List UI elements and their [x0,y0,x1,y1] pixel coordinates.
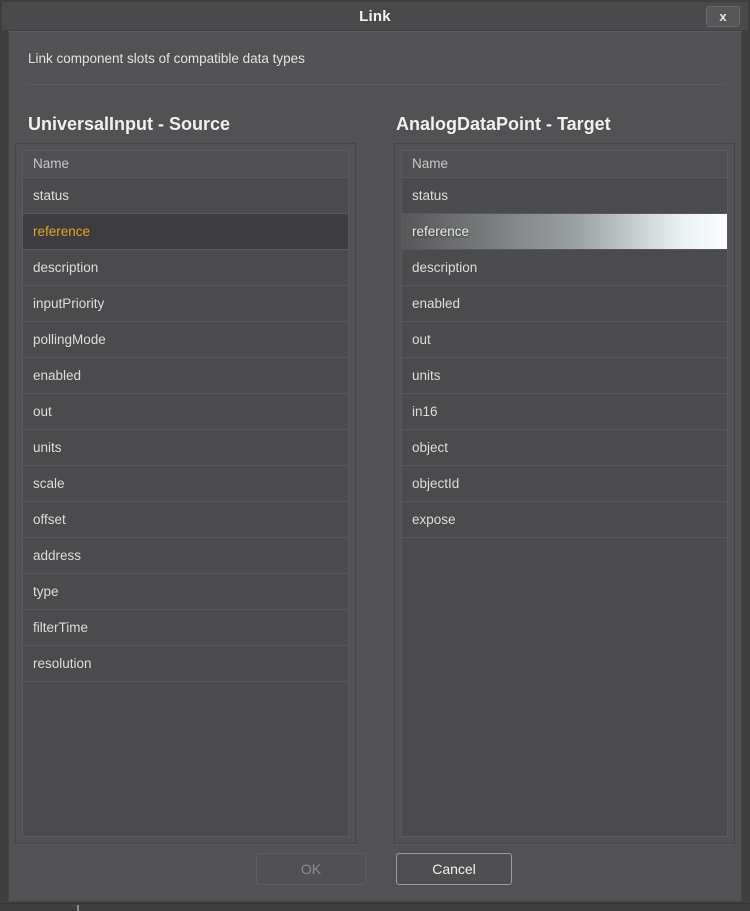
target-rows: statusreferencedescriptionenabledoutunit… [402,178,727,538]
target-list-item[interactable]: object [402,430,727,466]
source-list-item[interactable]: type [23,574,348,610]
source-list-item[interactable]: out [23,394,348,430]
link-dialog: Link x Link component slots of compatibl… [0,0,750,911]
background-artifact [77,905,79,911]
target-list-item[interactable]: units [402,358,727,394]
source-list-item[interactable]: reference [23,214,348,250]
target-list-item[interactable]: enabled [402,286,727,322]
target-list-item[interactable]: in16 [402,394,727,430]
source-list-item[interactable]: inputPriority [23,286,348,322]
target-list-item[interactable]: reference [402,214,727,250]
target-list-item[interactable]: description [402,250,727,286]
target-list-item[interactable]: objectId [402,466,727,502]
close-icon[interactable]: x [706,6,740,27]
dialog-title: Link [359,8,391,25]
source-list-item[interactable]: address [23,538,348,574]
source-list-item[interactable]: description [23,250,348,286]
source-table: Name statusreferencedescriptioninputPrio… [22,150,349,837]
source-list-item[interactable]: status [23,178,348,214]
source-list-item[interactable]: scale [23,466,348,502]
dialog-content: Link component slots of compatible data … [8,31,742,902]
target-heading: AnalogDataPoint - Target [396,114,611,135]
dialog-titlebar: Link x [2,2,748,31]
source-list-item[interactable]: filterTime [23,610,348,646]
dialog-subtitle: Link component slots of compatible data … [28,51,305,66]
source-list-item[interactable]: units [23,430,348,466]
source-list-item[interactable]: offset [23,502,348,538]
target-list-item[interactable]: out [402,322,727,358]
target-list-item[interactable]: expose [402,502,727,538]
divider [26,84,726,85]
target-table: Name statusreferencedescriptionenabledou… [401,150,728,837]
source-list-item[interactable]: resolution [23,646,348,682]
source-rows: statusreferencedescriptioninputPriorityp… [23,178,348,682]
background-strip [0,903,750,911]
target-list-item[interactable]: status [402,178,727,214]
source-list-panel: Name statusreferencedescriptioninputPrio… [15,143,356,844]
source-column-header: Name [23,151,348,178]
cancel-button[interactable]: Cancel [396,853,512,885]
source-list-item[interactable]: pollingMode [23,322,348,358]
target-column-header: Name [402,151,727,178]
source-heading: UniversalInput - Source [28,114,230,135]
ok-button[interactable]: OK [256,853,366,885]
source-list-item[interactable]: enabled [23,358,348,394]
target-list-panel: Name statusreferencedescriptionenabledou… [394,143,735,844]
